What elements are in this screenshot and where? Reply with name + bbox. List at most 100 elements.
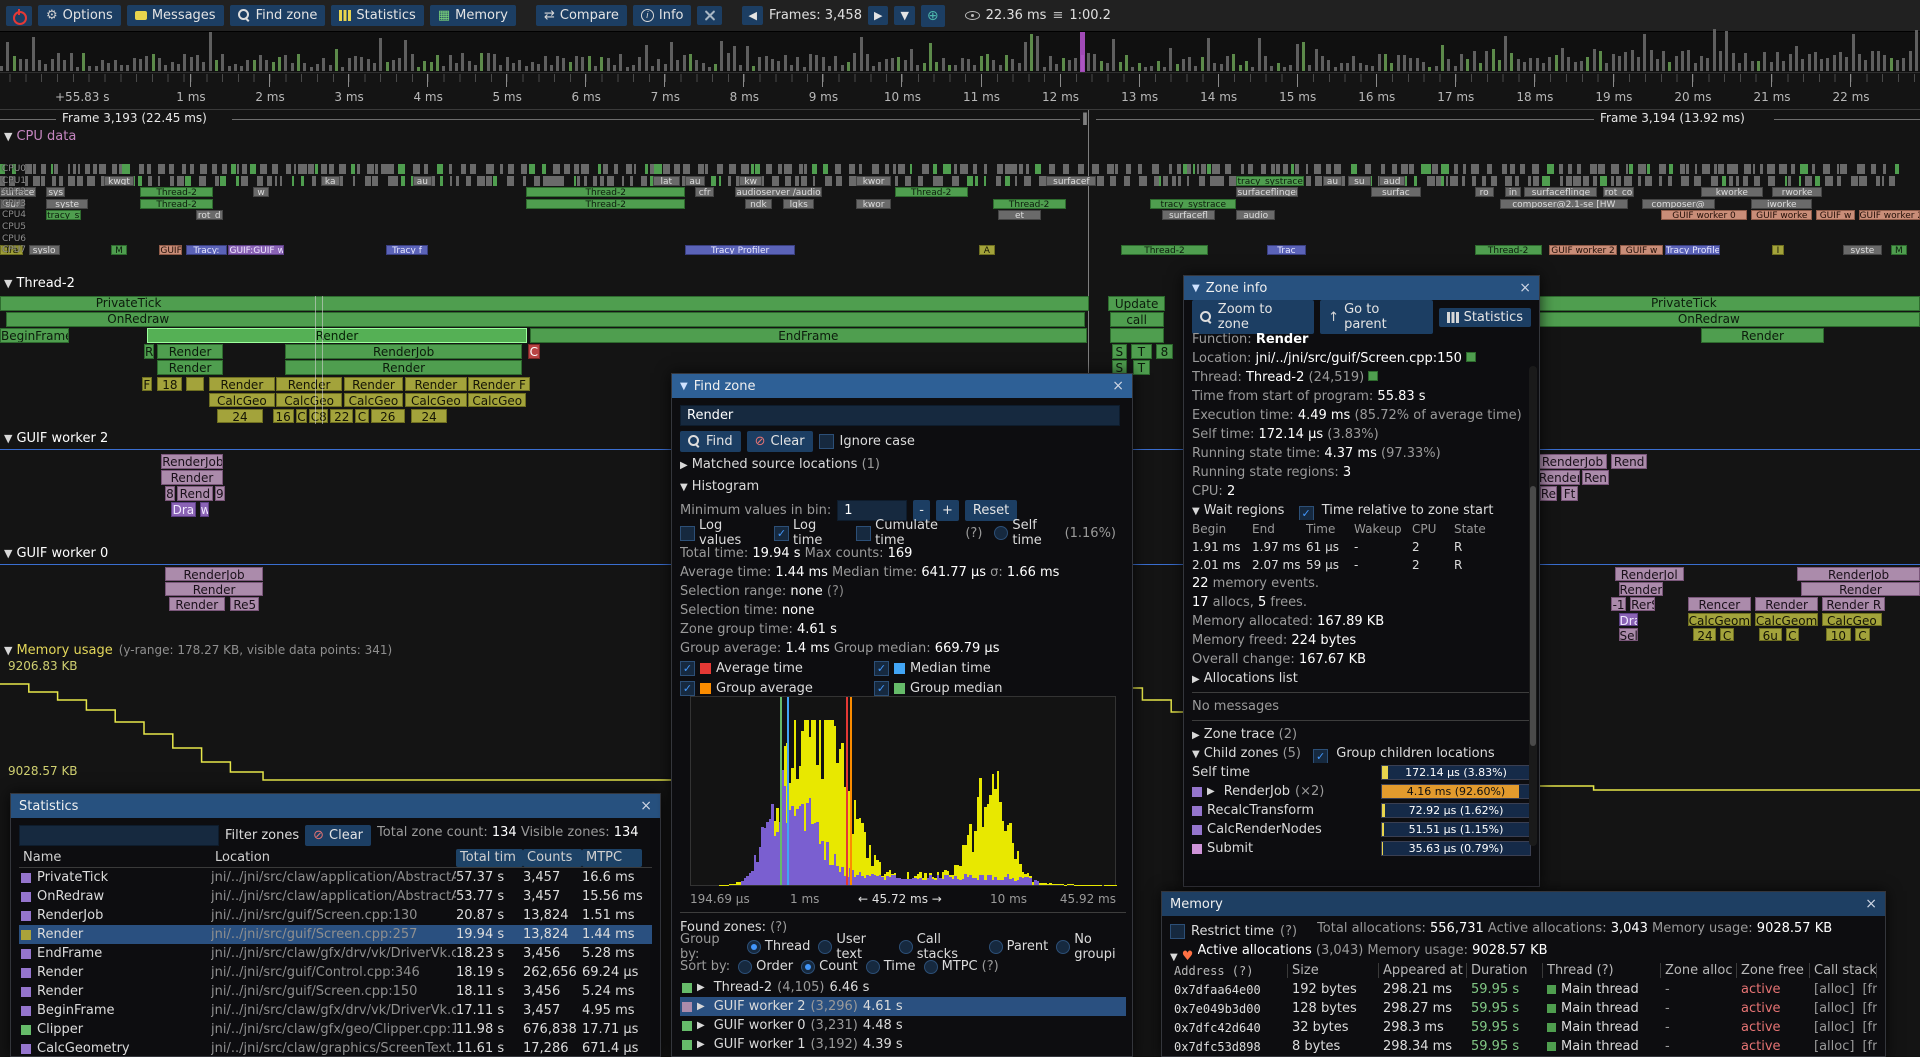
cpu-micro-zone[interactable] <box>1611 164 1618 174</box>
cpu-micro-zone[interactable] <box>674 164 680 174</box>
cpu-micro-zone[interactable] <box>893 164 896 174</box>
timeline-zone[interactable]: CalcGeo <box>468 393 526 408</box>
allocations-list-toggle[interactable]: ▶Allocations list <box>1192 669 1531 688</box>
cpu-micro-zone[interactable] <box>1169 164 1172 174</box>
cpu-micro-zone[interactable] <box>212 164 217 174</box>
cpu-micro-zone[interactable] <box>1735 164 1738 174</box>
cpu-zone[interactable]: composer@ <box>1642 199 1715 209</box>
cpu-micro-zone[interactable] <box>741 164 749 174</box>
cpu-micro-zone[interactable] <box>372 176 378 186</box>
cpu-micro-zone[interactable] <box>312 176 316 186</box>
cpu-micro-zone[interactable] <box>1487 164 1492 174</box>
timeline-zone[interactable]: F <box>142 377 152 392</box>
cpu-micro-zone[interactable] <box>622 176 624 186</box>
cpu-zone[interactable]: GUIF worker 2 <box>1859 210 1920 220</box>
timeline-zone[interactable]: C <box>1855 628 1870 642</box>
find-button[interactable]: Find <box>680 431 741 452</box>
go-to-parent-button[interactable]: ↑Go to parent <box>1320 300 1432 334</box>
cpu-micro-zone[interactable] <box>1528 176 1531 186</box>
checkbox[interactable] <box>680 526 695 541</box>
cpu-zone[interactable]: ro <box>1475 187 1494 197</box>
cpu-micro-zone[interactable] <box>122 164 130 174</box>
cpu-micro-zone[interactable] <box>698 164 704 174</box>
cpu-micro-zone[interactable] <box>1851 176 1858 186</box>
timeline-zone[interactable]: C <box>528 344 540 359</box>
cpu-zone[interactable]: et <box>998 210 1040 220</box>
cpu-micro-zone[interactable] <box>329 164 334 174</box>
cpu-micro-zone[interactable] <box>778 164 781 174</box>
cpu-micro-zone[interactable] <box>614 164 618 174</box>
timeline-zone[interactable]: CalcGeome <box>1688 613 1751 627</box>
timeline-zone[interactable] <box>186 377 203 392</box>
frames-row[interactable]: Frame 3,193 (22.45 ms) ‖ Frame 3,194 (13… <box>0 110 1920 128</box>
checkbox[interactable]: ✓ <box>680 661 695 676</box>
cpu-micro-zone[interactable] <box>1138 164 1143 174</box>
cpu-micro-zone[interactable] <box>1611 176 1615 186</box>
cpu-micro-zone[interactable] <box>1711 176 1718 186</box>
cpu-micro-zone[interactable] <box>1638 164 1646 174</box>
cpu-micro-zone[interactable] <box>148 176 152 186</box>
find-clear-button[interactable]: ⊘Clear <box>747 431 813 452</box>
cpu-micro-zone[interactable] <box>1566 176 1572 186</box>
cpu-micro-zone[interactable] <box>477 176 485 186</box>
child-zones-toggle[interactable]: ▼Child zones (5) ✓ Group children locati… <box>1192 744 1531 763</box>
cpu-zone[interactable]: au <box>413 176 432 186</box>
cpu-micro-zone[interactable] <box>1718 164 1723 174</box>
cpu-zone[interactable]: kw <box>739 176 762 186</box>
cpu-micro-zone[interactable] <box>1139 176 1146 186</box>
cpu-micro-zone[interactable] <box>1883 164 1886 174</box>
cpu-micro-zone[interactable] <box>1183 164 1187 174</box>
cpu-micro-zone[interactable] <box>1577 164 1582 174</box>
cpu-micro-zone[interactable] <box>1744 164 1751 174</box>
cpu-micro-zone[interactable] <box>401 176 405 186</box>
cpu-micro-zone[interactable] <box>1078 164 1083 174</box>
timeline-zone[interactable]: S <box>1112 344 1127 359</box>
cpu-micro-zone[interactable] <box>365 176 371 186</box>
cpu-micro-zone[interactable] <box>1005 176 1011 186</box>
scrollbar[interactable] <box>1529 366 1537 846</box>
cpu-micro-zone[interactable] <box>357 164 360 174</box>
cpu-zone[interactable]: syste <box>46 199 88 209</box>
series-toggle-median-time[interactable]: ✓Median time <box>874 661 1064 676</box>
memory-column-4[interactable]: Thread (?) <box>1543 963 1661 978</box>
timeline-zone[interactable]: Render <box>1701 328 1824 343</box>
group-by-no-groupi[interactable]: No groupi <box>1056 932 1132 962</box>
cpu-micro-zone[interactable] <box>1800 164 1808 174</box>
cpu-zone[interactable]: surfacef <box>1046 176 1096 186</box>
timeline-zone[interactable]: 8 <box>1156 344 1173 359</box>
cpu-micro-zone[interactable] <box>1097 176 1104 186</box>
cpu-micro-zone[interactable] <box>220 176 226 186</box>
cpu-zone[interactable]: GUIF w <box>1620 245 1662 255</box>
cpu-zone[interactable]: Tracy Profiler <box>1665 245 1721 255</box>
cpu-micro-zone[interactable] <box>1629 164 1633 174</box>
cpu-micro-zone[interactable] <box>1124 176 1131 186</box>
wait-table-row[interactable]: 1.91 ms1.97 ms61 µs-2R <box>1192 538 1531 556</box>
cpu-zone[interactable]: composer@2.1-se [HW <box>1500 199 1629 209</box>
cpu-micro-zone[interactable] <box>237 164 239 174</box>
cpu-micro-zone[interactable] <box>1626 164 1629 174</box>
cpu-micro-zone[interactable] <box>1779 164 1787 174</box>
timeline-zone[interactable]: CalcGeo <box>405 393 466 408</box>
cpu-micro-zone[interactable] <box>182 164 186 174</box>
cpu-micro-zone[interactable] <box>1871 164 1875 174</box>
cpu-micro-zone[interactable] <box>449 164 451 174</box>
cpu-micro-zone[interactable] <box>1791 164 1795 174</box>
cpu-micro-zone[interactable] <box>77 176 83 186</box>
cpu-micro-zone[interactable] <box>1229 176 1231 186</box>
cpu-micro-zone[interactable] <box>1152 164 1159 174</box>
cpu-micro-zone[interactable] <box>1708 164 1710 174</box>
cpu-micro-zone[interactable] <box>1559 164 1563 174</box>
sort-by-order[interactable]: Order <box>738 959 793 974</box>
timeline-zone[interactable]: T <box>1133 360 1150 375</box>
cpu-micro-zone[interactable] <box>1365 164 1371 174</box>
cpu-micro-zone[interactable] <box>1436 176 1441 186</box>
radio[interactable] <box>899 940 913 954</box>
statistics-row[interactable]: OnRedrawjni/../jni/src/claw/application/… <box>19 887 652 906</box>
cpu-micro-zone[interactable] <box>1283 164 1289 174</box>
cpu-micro-zone[interactable] <box>351 164 354 174</box>
child-zone-row[interactable]: ▶RenderJob(×2)4.16 ms (92.60%) <box>1192 782 1531 801</box>
find-zone-titlebar[interactable]: ▼Find zone × <box>672 374 1132 398</box>
cpu-micro-zone[interactable] <box>1306 164 1308 174</box>
cpu-micro-zone[interactable] <box>1882 176 1884 186</box>
timeline-zone[interactable]: CalcGeomet <box>1755 613 1818 627</box>
